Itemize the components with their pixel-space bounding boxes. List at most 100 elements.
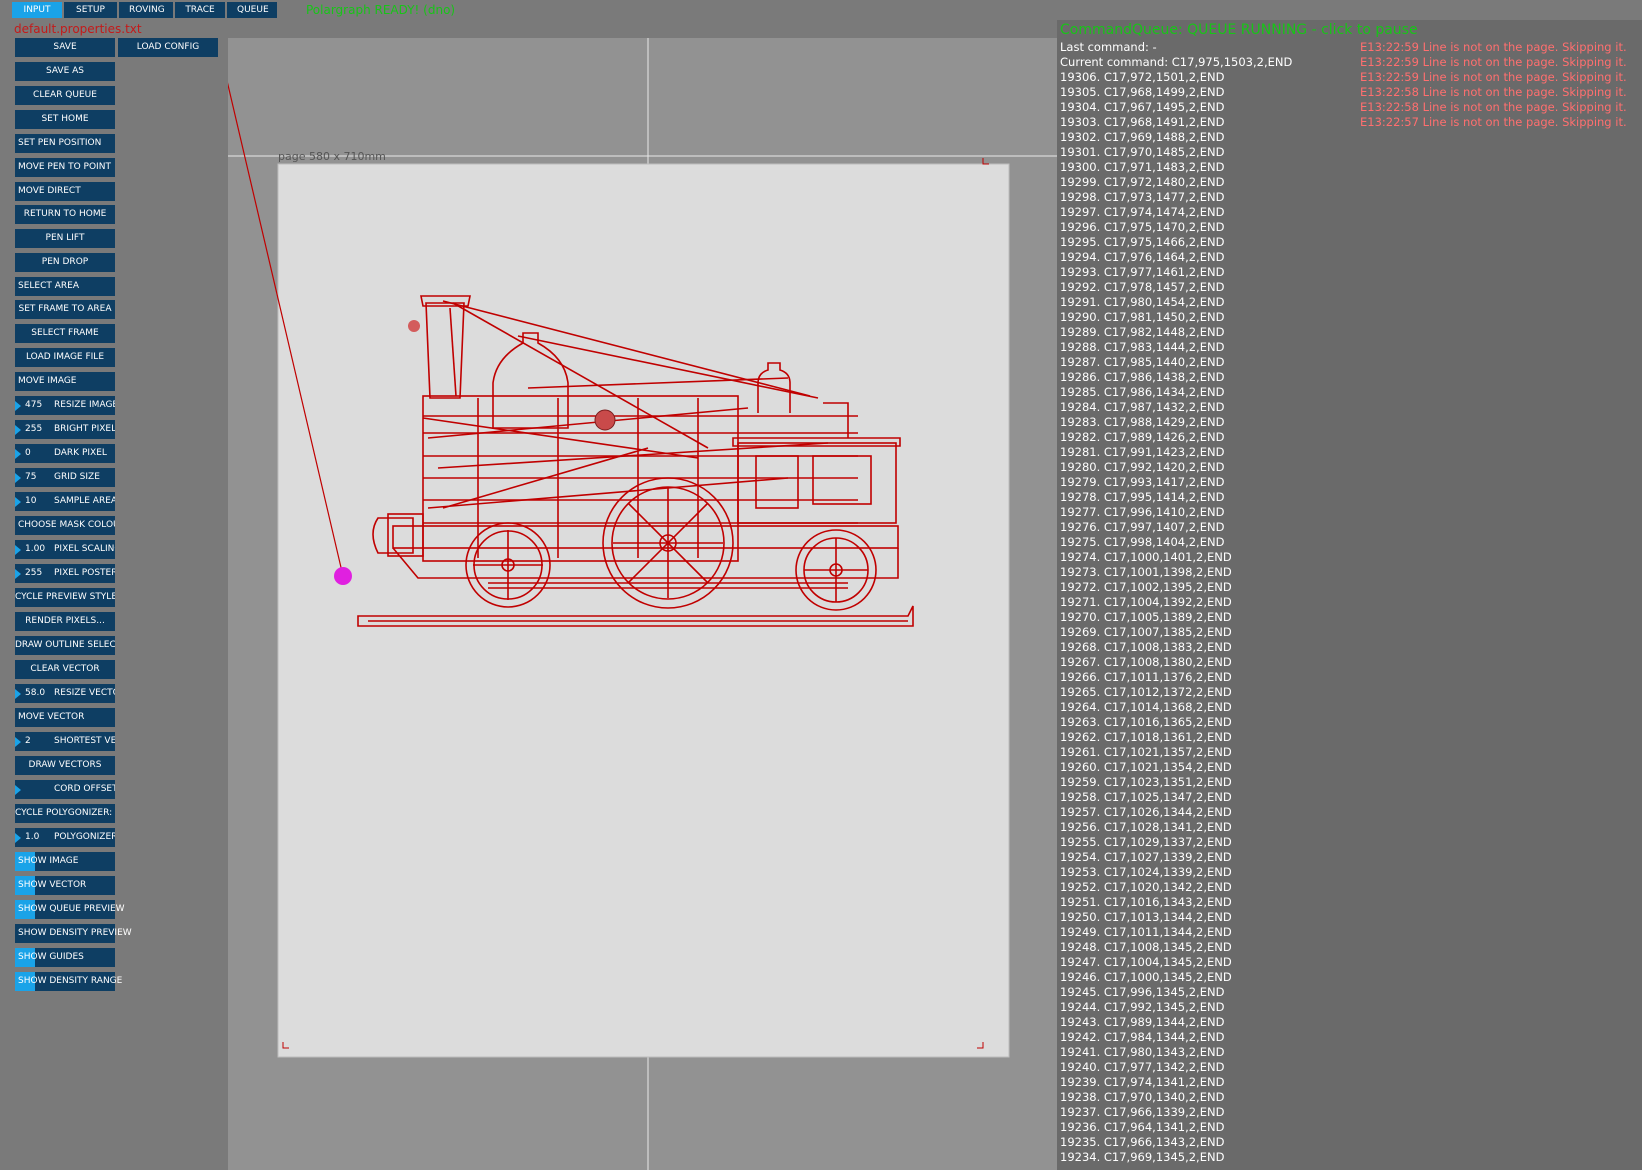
move-direct-button[interactable]: MOVE DIRECT (15, 182, 115, 201)
queue-line: 19239. C17,974,1341,2,END (1060, 1075, 1225, 1089)
draw-outline-selected-button[interactable]: DRAW OUTLINE SELECTED (15, 636, 115, 655)
clear-queue-button[interactable]: CLEAR QUEUE (15, 86, 115, 105)
choose-mask-colour-button[interactable]: CHOOSE MASK COLOUR (15, 516, 115, 535)
queue-line: 19297. C17,974,1474,2,END (1060, 205, 1225, 219)
queue-line: 19257. C17,1026,1344,2,END (1060, 805, 1232, 819)
move-image-button[interactable]: MOVE IMAGE (15, 372, 115, 391)
pen-lift-button[interactable]: PEN LIFT (15, 229, 115, 248)
select-area-button[interactable]: SELECT AREA (15, 277, 115, 296)
grid-size-control[interactable]: 75 GRID SIZE (15, 468, 115, 487)
resize-image-control[interactable]: 475 RESIZE IMAGE (15, 396, 115, 415)
bright-pixel-value: 255 (25, 424, 43, 434)
polygonizer-length-control[interactable]: 1.0 POLYGONIZER LENGTH (15, 828, 115, 847)
return-to-home-button[interactable]: RETURN TO HOME (15, 205, 115, 224)
queue-line: 19258. C17,1025,1347,2,END (1060, 790, 1232, 804)
show-density-range-label: SHOW DENSITY RANGE (18, 976, 123, 986)
tab-input[interactable]: INPUT (12, 2, 62, 18)
queue-line: 19253. C17,1024,1339,2,END (1060, 865, 1232, 879)
error-line: E13:22:58 Line is not on the page. Skipp… (1360, 100, 1627, 114)
queue-line: 19252. C17,1020,1342,2,END (1060, 880, 1232, 894)
pen-position-marker[interactable] (334, 567, 352, 585)
set-home-button[interactable]: SET HOME (15, 110, 115, 129)
move-vector-button[interactable]: MOVE VECTOR (15, 708, 115, 727)
tab-setup[interactable]: SETUP (64, 2, 117, 18)
shortest-vector-control[interactable]: 2 SHORTEST VECTOR (15, 732, 115, 751)
show-density-preview-label: SHOW DENSITY PREVIEW (18, 928, 132, 938)
resize-vector-label: RESIZE VECTOR (54, 688, 115, 698)
set-pen-position-button[interactable]: SET PEN POSITION (15, 134, 115, 153)
pixel-scaling-control[interactable]: 1.00 PIXEL SCALING (15, 540, 115, 559)
pixel-scaling-value: 1.00 (25, 544, 46, 554)
show-density-range-toggle[interactable]: SHOW DENSITY RANGE (15, 972, 122, 991)
show-guides-toggle[interactable]: SHOW GUIDES (15, 948, 115, 967)
show-density-preview-toggle[interactable]: SHOW DENSITY PREVIEW (15, 924, 132, 943)
tab-queue[interactable]: QUEUE (227, 2, 277, 18)
tab-roving[interactable]: ROVING (119, 2, 173, 18)
queue-line: 19263. C17,1016,1365,2,END (1060, 715, 1232, 729)
load-image-file-button[interactable]: LOAD IMAGE FILE (15, 348, 115, 367)
render-pixels-button[interactable]: RENDER PIXELS... (15, 612, 115, 631)
resize-vector-control[interactable]: 58.0 RESIZE VECTOR (15, 684, 115, 703)
queue-line: 19251. C17,1016,1343,2,END (1060, 895, 1232, 909)
drawing-svg[interactable] (228, 38, 1057, 1170)
grid-size-label: GRID SIZE (54, 472, 100, 482)
queue-status-toggle[interactable]: CommandQueue: QUEUE RUNNING - click to p… (1060, 22, 1418, 38)
stepper-arrow-icon (15, 785, 21, 795)
select-frame-button[interactable]: SELECT FRAME (15, 324, 115, 343)
show-queue-preview-toggle[interactable]: SHOW QUEUE PREVIEW (15, 900, 125, 919)
queue-line: 19270. C17,1005,1389,2,END (1060, 610, 1232, 624)
shortest-vector-label: SHORTEST VECTOR (54, 736, 115, 746)
cycle-polygonizer-button[interactable]: CYCLE POLYGONIZER: 1 (15, 804, 115, 823)
queue-line: 19245. C17,996,1345,2,END (1060, 985, 1225, 999)
tab-trace[interactable]: TRACE (175, 2, 225, 18)
sample-area-control[interactable]: 10 SAMPLE AREA (15, 492, 115, 511)
pen-drop-button[interactable]: PEN DROP (15, 253, 115, 272)
pixel-posterize-control[interactable]: 255 PIXEL POSTERIZE (15, 564, 115, 583)
queue-line: 19292. C17,978,1457,2,END (1060, 280, 1225, 294)
queue-line: 19282. C17,989,1426,2,END (1060, 430, 1225, 444)
dark-pixel-value: 0 (25, 448, 31, 458)
stepper-arrow-icon (15, 425, 21, 435)
queue-line: 19273. C17,1001,1398,2,END (1060, 565, 1232, 579)
queue-line: 19283. C17,988,1429,2,END (1060, 415, 1225, 429)
queue-line: 19281. C17,991,1423,2,END (1060, 445, 1225, 459)
dark-pixel-control[interactable]: 0 DARK PIXEL (15, 444, 115, 463)
cord-offset-control[interactable]: CORD OFFSET (15, 780, 115, 799)
shortest-vector-value: 2 (25, 736, 31, 746)
show-guides-label: SHOW GUIDES (18, 952, 84, 962)
tab-bar: INPUT SETUP ROVING TRACE QUEUE (12, 2, 277, 18)
show-image-toggle[interactable]: SHOW IMAGE (15, 852, 115, 871)
queue-line: 19269. C17,1007,1385,2,END (1060, 625, 1232, 639)
queue-line: 19294. C17,976,1464,2,END (1060, 250, 1225, 264)
show-vector-label: SHOW VECTOR (18, 880, 87, 890)
queue-line: 19266. C17,1011,1376,2,END (1060, 670, 1232, 684)
queue-line: 19242. C17,984,1344,2,END (1060, 1030, 1225, 1044)
page-area[interactable] (277, 163, 1010, 1058)
target-marker[interactable] (408, 320, 420, 332)
queue-line: 19293. C17,977,1461,2,END (1060, 265, 1225, 279)
queue-line: 19260. C17,1021,1354,2,END (1060, 760, 1232, 774)
bright-pixel-control[interactable]: 255 BRIGHT PIXEL (15, 420, 115, 439)
load-config-button[interactable]: LOAD CONFIG (118, 38, 218, 57)
queue-line: 19235. C17,966,1343,2,END (1060, 1135, 1225, 1149)
cycle-preview-style-button[interactable]: CYCLE PREVIEW STYLE: 5 (15, 588, 115, 607)
home-marker[interactable] (594, 409, 616, 431)
queue-line: 19240. C17,977,1342,2,END (1060, 1060, 1225, 1074)
save-as-button[interactable]: SAVE AS (15, 62, 115, 81)
queue-line: 19288. C17,983,1444,2,END (1060, 340, 1225, 354)
bright-pixel-label: BRIGHT PIXEL (54, 424, 115, 434)
resize-image-value: 475 (25, 400, 43, 410)
set-frame-to-area-button[interactable]: SET FRAME TO AREA (15, 300, 115, 319)
queue-line: 19289. C17,982,1448,2,END (1060, 325, 1225, 339)
show-vector-toggle[interactable]: SHOW VECTOR (15, 876, 115, 895)
queue-line: 19243. C17,989,1344,2,END (1060, 1015, 1225, 1029)
stepper-arrow-icon (15, 569, 21, 579)
queue-line: 19234. C17,969,1345,2,END (1060, 1150, 1225, 1164)
move-pen-to-point-button[interactable]: MOVE PEN TO POINT (15, 158, 115, 177)
draw-vectors-button[interactable]: DRAW VECTORS (15, 756, 115, 775)
queue-line: 19276. C17,997,1407,2,END (1060, 520, 1225, 534)
clear-vector-button[interactable]: CLEAR VECTOR (15, 660, 115, 679)
queue-line: 19246. C17,1000,1345,2,END (1060, 970, 1232, 984)
polygonizer-length-value: 1.0 (25, 832, 40, 842)
save-button[interactable]: SAVE (15, 38, 115, 57)
